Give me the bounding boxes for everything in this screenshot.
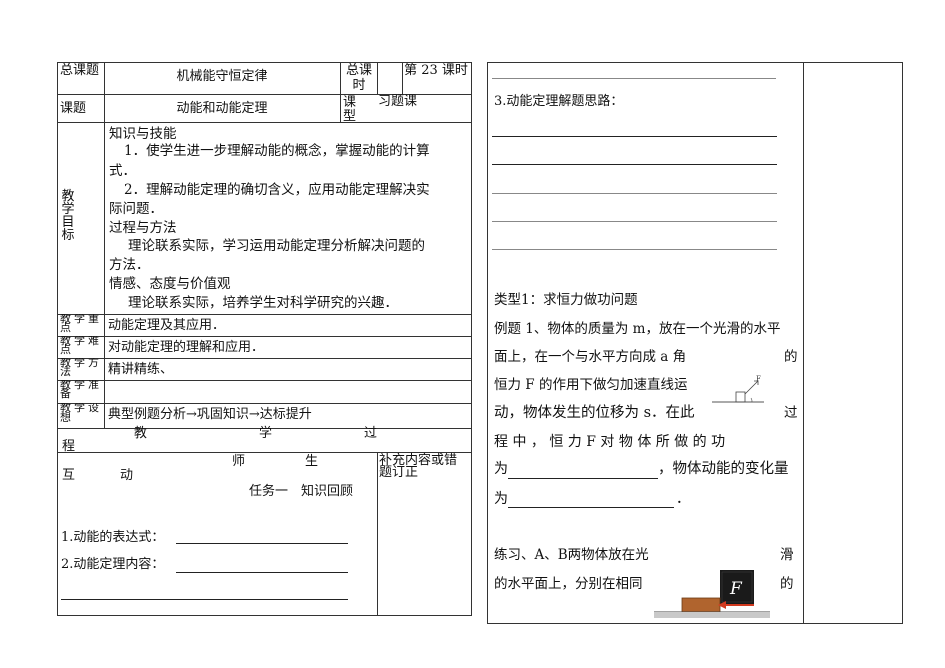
goal-line-10: 理论联系实际，培养学生对科学研究的兴趣． [128, 295, 398, 311]
goal-line-7: 理论联系实际，学习运用动能定理分析解决问题的 [128, 238, 425, 254]
process-char-1: 教 [134, 426, 148, 441]
goal-line-4: 2．理解动能定理的确切含义，应用动能定理解决实 [124, 182, 430, 198]
interaction-char-1: 师 [232, 454, 246, 469]
goal-line-5: 际问题． [109, 201, 163, 217]
corrections-label: 补充内容或错题订正 [379, 453, 458, 480]
exercise-line-1-end: 滑 [780, 547, 794, 563]
question-1: 1.动能的表达式： [61, 530, 165, 545]
goal-line-9: 情感、态度与价值观 [109, 276, 231, 292]
header-label-2: 总课时 [345, 63, 372, 93]
process-char-3: 过 [364, 426, 378, 441]
type-1-title: 类型1：求恒力做功问题 [494, 292, 638, 308]
design-value: 典型例题分析→巩固知识→达标提升 [108, 407, 312, 422]
process-char-2: 学 [259, 426, 273, 441]
goal-line-3: 式． [109, 163, 136, 179]
example-line-6: 为 [494, 461, 508, 477]
key-points-value: 动能定理及其应用． [108, 318, 226, 333]
answer-blank-2[interactable] [176, 572, 348, 573]
answer-blank-work[interactable] [508, 478, 658, 479]
example-line-6-end: ，物体动能的变化量 [658, 461, 789, 477]
task-title: 任务一 知识回顾 [249, 484, 354, 499]
difficulties-value: 对动能定理的理解和应用． [108, 340, 265, 355]
ruled-line [492, 193, 777, 194]
goal-line-6: 过程与方法 [109, 220, 177, 236]
interaction-char-4: 动 [120, 468, 134, 483]
type-label: 课型 [343, 95, 367, 124]
difficulties-label: 教学难点 [60, 336, 102, 356]
example-line-2-end: 的 [784, 349, 798, 365]
method-value: 精讲精练、 [108, 362, 174, 377]
course-title: 机械能守恒定律 [176, 69, 268, 84]
goal-line-8: 方法． [109, 257, 150, 273]
figure-force-label: F [756, 375, 761, 383]
example-line-4: 动，物体发生的位移为 s．在此 [494, 405, 695, 421]
example-line-1: 例题 1、物体的质量为 m，放在一个光滑的水平 [494, 321, 781, 337]
incline-force-figure: F [712, 375, 764, 403]
preparation-label: 教学准备 [60, 380, 102, 400]
answer-blank-1[interactable] [176, 543, 348, 544]
key-points-label: 教学重点 [60, 314, 102, 334]
question-2: 2.动能定理内容： [61, 557, 165, 572]
ruled-line [492, 249, 777, 250]
answer-blank-5[interactable] [492, 164, 777, 165]
example-line-4-end: 过 [784, 405, 798, 421]
ruled-line [492, 78, 776, 79]
example-line-5: 程 中 ， 恒 力 F 对 物 体 所 做 的 功 [494, 434, 726, 450]
example-line-7: 为 [494, 491, 508, 507]
exercise-figure: F [654, 570, 770, 618]
exercise-line-1: 练习、A、B两物体放在光 [494, 547, 649, 563]
goals-label: 教学目标 [61, 189, 75, 243]
header-label-1: 总课题 [60, 63, 100, 78]
type-value: 习题课 [378, 94, 418, 109]
ruled-line [492, 221, 777, 222]
exercise-line-2-end: 的 [780, 576, 794, 592]
section-3-title: 3.动能定理解题思路： [494, 94, 624, 109]
method-label: 教学方法 [60, 358, 102, 378]
design-label: 教学设想 [60, 403, 102, 424]
exercise-line-2: 的水平面上，分别在相同 [494, 576, 643, 592]
exercise-force-label: F [729, 579, 743, 599]
answer-blank-energy[interactable] [508, 507, 674, 508]
goal-line-1: 知识与技能 [109, 126, 177, 142]
interaction-char-2: 生 [305, 454, 319, 469]
process-char-4: 程 [62, 439, 76, 454]
goal-line-2: 1．使学生进一步理解动能的概念，掌握动能的计算 [124, 143, 430, 159]
answer-blank-4[interactable] [492, 136, 777, 137]
topic-label: 课题 [60, 101, 87, 116]
period-number: 第 23 课时 [404, 63, 468, 78]
interaction-char-3: 互 [62, 468, 76, 483]
example-line-7-end: ． [676, 491, 690, 507]
example-line-2: 面上，在一个与水平方向成 a 角 [494, 349, 687, 365]
answer-blank-3[interactable] [61, 599, 348, 600]
topic-value: 动能和动能定理 [176, 101, 268, 116]
example-line-3: 恒力 F 的作用下做匀加速直线运 [494, 377, 688, 393]
